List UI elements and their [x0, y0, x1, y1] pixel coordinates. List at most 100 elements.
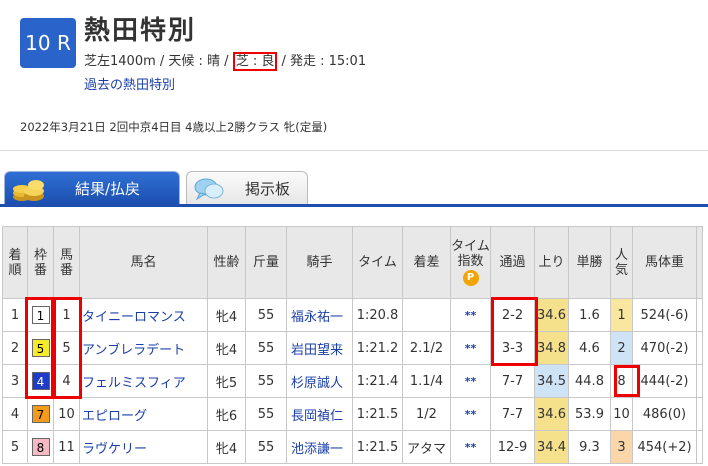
weight-cell: 55 [245, 298, 287, 332]
odds-cell: 1.6 [568, 298, 611, 332]
header-time: タイム [352, 226, 403, 299]
time-index-cell[interactable]: ** [450, 364, 491, 398]
popularity-cell: 2 [610, 331, 633, 365]
passing-cell: 7-7 [490, 397, 535, 431]
body-weight-cell: 524(-6) [632, 298, 697, 332]
rank-cell: 2 [2, 331, 28, 365]
sex-age-cell: 牝4 [207, 430, 246, 464]
horse-name-link[interactable]: フェルミスフィア [79, 364, 208, 398]
overflow-cell [696, 298, 703, 332]
weight-cell: 55 [245, 364, 287, 398]
header-weight: 斤量 [245, 226, 287, 299]
header-popularity: 人気 [610, 226, 633, 299]
agari-cell: 34.6 [534, 397, 569, 431]
weight-cell: 55 [245, 397, 287, 431]
speech-bubble-icon [194, 178, 224, 201]
sex-age-cell: 牝4 [207, 298, 246, 332]
highlight-umaban [53, 297, 82, 399]
sex-age-cell: 牝4 [207, 331, 246, 365]
weight-cell: 55 [245, 331, 287, 365]
time-index-cell[interactable]: ** [450, 430, 491, 464]
rank-cell: 3 [2, 364, 28, 398]
time-cell: 1:21.2 [352, 331, 403, 365]
margin-cell: 2.1/2 [402, 331, 451, 365]
highlight-passing [491, 297, 538, 366]
time-index-cell[interactable]: ** [450, 331, 491, 365]
jockey-link[interactable]: 杉原誠人 [286, 364, 353, 398]
overflow-cell [696, 397, 703, 431]
time-cell: 1:21.5 [352, 430, 403, 464]
divider [0, 150, 708, 151]
race-conditions: 芝左1400m / 天候 : 晴 / 芝 : 良 / 発走 : 15:01 [84, 50, 367, 71]
rank-cell: 4 [2, 397, 28, 431]
header-time-index: タイム指数 P [450, 226, 491, 299]
tab-underline [0, 204, 708, 207]
race-title: 熱田特別 [84, 16, 197, 46]
header-odds: 単勝 [568, 226, 611, 299]
header-passing: 通過 [490, 226, 535, 299]
waku-cell: 8 [27, 430, 54, 464]
header-umaban: 馬番 [53, 226, 80, 299]
jockey-link[interactable]: 福永祐一 [286, 298, 353, 332]
waku-badge: 8 [31, 438, 50, 456]
time-cell: 1:20.8 [352, 298, 403, 332]
umaban-cell: 10 [53, 397, 80, 431]
header-horse-name: 馬名 [79, 226, 208, 299]
results-table: 着順 枠番 馬番 馬名 性齢 斤量 騎手 タイム 着差 タイム指数 P 通過 上… [2, 226, 703, 464]
body-weight-cell: 486(0) [632, 397, 697, 431]
horse-name-link[interactable]: ラヴケリー [79, 430, 208, 464]
popularity-cell: 10 [610, 397, 633, 431]
header-rank: 着順 [2, 226, 28, 299]
jockey-link[interactable]: 岩田望来 [286, 331, 353, 365]
header-margin: 着差 [402, 226, 451, 299]
race-start-time: / 発走 : 15:01 [277, 54, 367, 69]
time-cell: 1:21.5 [352, 397, 403, 431]
overflow-cell [696, 430, 703, 464]
race-course-weather: 芝左1400m / 天候 : 晴 / [84, 54, 233, 69]
header-sex-age: 性齢 [207, 226, 246, 299]
waku-cell: 7 [27, 397, 54, 431]
highlight-waku [25, 297, 54, 399]
overflow-cell [696, 364, 703, 398]
horse-name-link[interactable]: アンブレラデート [79, 331, 208, 365]
header-jockey: 騎手 [286, 226, 353, 299]
passing-cell: 7-7 [490, 364, 535, 398]
odds-cell: 44.8 [568, 364, 611, 398]
jockey-link[interactable]: 長岡禎仁 [286, 397, 353, 431]
time-cell: 1:21.4 [352, 364, 403, 398]
passing-cell: 12-9 [490, 430, 535, 464]
margin-cell: 1/2 [402, 397, 451, 431]
header-time-index-label: タイム指数 [451, 239, 490, 269]
track-condition: 芝 : 良 [232, 52, 278, 71]
odds-cell: 4.6 [568, 331, 611, 365]
table-row: 1 1 1 タイニーロマンス 牝4 55 福永祐一 1:20.8 ** 2-2 34.6 1.6 1 52… [2, 298, 703, 332]
premium-p-icon[interactable]: P [462, 270, 479, 286]
rank-cell: 5 [2, 430, 28, 464]
highlight-popularity [614, 365, 640, 397]
margin-cell: 1.1/4 [402, 364, 451, 398]
agari-cell: 34.5 [534, 364, 569, 398]
tab-results-label: 結果/払戻 [75, 180, 141, 198]
header-agari: 上り [534, 226, 569, 299]
odds-cell: 53.9 [568, 397, 611, 431]
horse-name-link[interactable]: エピローグ [79, 397, 208, 431]
past-race-link[interactable]: 過去の熱田特別 [84, 74, 175, 93]
race-number-badge: 10 R [20, 18, 76, 68]
horse-name-link[interactable]: タイニーロマンス [79, 298, 208, 332]
body-weight-cell: 444(-2) [632, 364, 697, 398]
coins-icon [13, 180, 44, 201]
overflow-cell [696, 331, 703, 365]
umaban-cell: 11 [53, 430, 80, 464]
agari-cell: 34.4 [534, 430, 569, 464]
sex-age-cell: 牝5 [207, 364, 246, 398]
time-index-cell[interactable]: ** [450, 298, 491, 332]
time-index-cell[interactable]: ** [450, 397, 491, 431]
margin-cell [402, 298, 451, 332]
table-row: 5 8 11 ラヴケリー 牝4 55 池添謙一 1:21.5 アタマ ** 12-9 34.4 9.3 3… [2, 430, 703, 464]
jockey-link[interactable]: 池添謙一 [286, 430, 353, 464]
rank-cell: 1 [2, 298, 28, 332]
race-meta: 2022年3月21日 2回中京4日目 4歳以上2勝クラス 牝(定量) [20, 120, 328, 134]
table-row: 3 4 4 フェルミスフィア 牝5 55 杉原誠人 1:21.4 1.1/4 ** 7-7 34.5 4… [2, 364, 703, 398]
agari-cell: 34.8 [534, 331, 569, 365]
margin-cell: アタマ [402, 430, 451, 464]
